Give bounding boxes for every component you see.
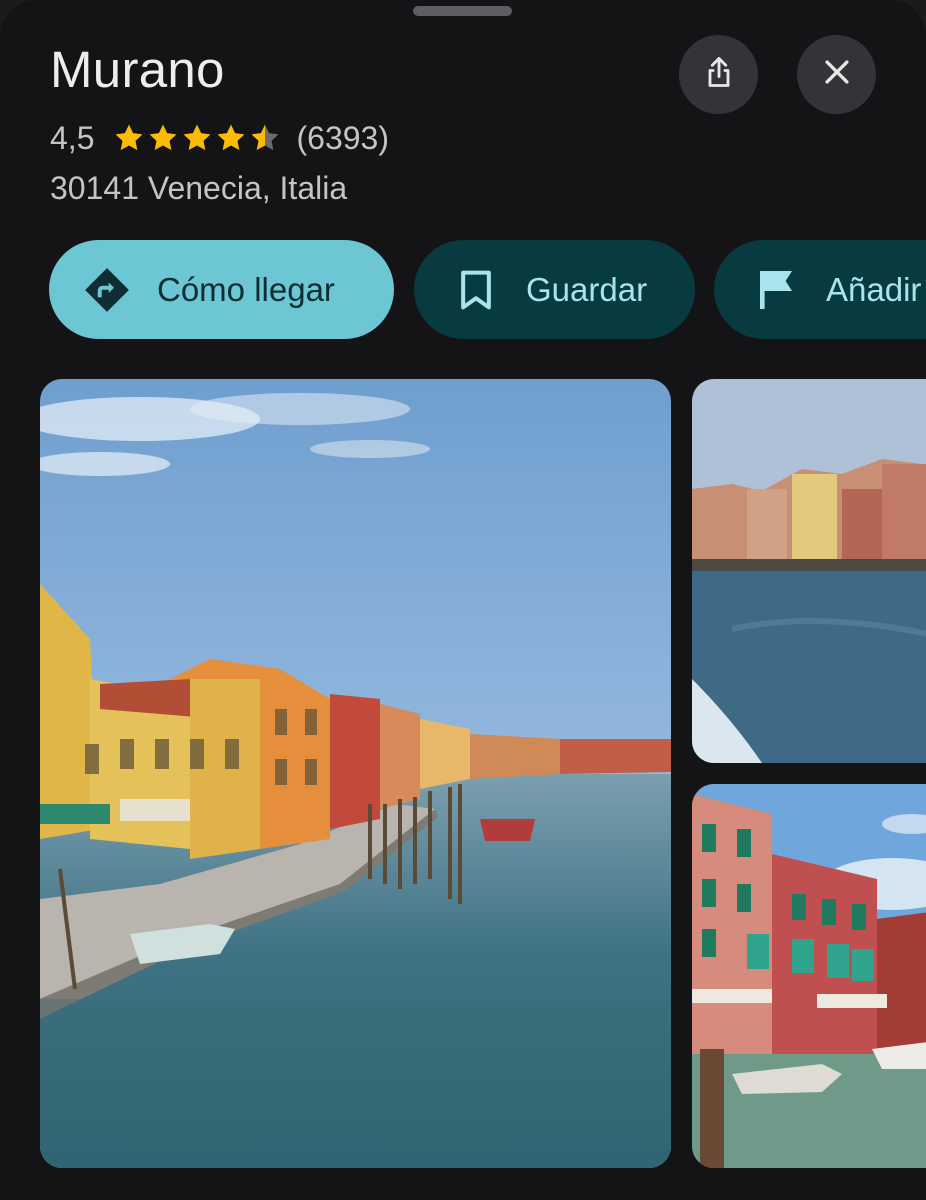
save-button[interactable]: Guardar [414, 240, 695, 339]
half-star-icon [252, 124, 279, 151]
directions-icon [81, 264, 133, 316]
place-title: Murano [50, 41, 225, 98]
photo-colorful-houses[interactable] [692, 784, 926, 1168]
share-button[interactable] [679, 35, 758, 114]
place-address: 30141 Venecia, Italia [50, 170, 348, 206]
star-icon [150, 124, 177, 151]
star-icon [184, 124, 211, 151]
photo-lagoon[interactable] [692, 379, 926, 763]
share-icon [701, 54, 737, 95]
directions-button[interactable]: Cómo llegar [49, 240, 394, 339]
flag-icon [750, 264, 802, 316]
save-label: Guardar [526, 270, 648, 308]
star-rating [112, 121, 282, 155]
directions-label: Cómo llegar [157, 270, 335, 308]
rating-value: 4,5 [50, 119, 95, 156]
star-icon [218, 124, 245, 151]
star-icon [116, 124, 143, 151]
rating-row[interactable]: 4,5 (6393) [50, 116, 389, 160]
drag-handle[interactable] [413, 6, 512, 16]
review-count: (6393) [296, 119, 389, 156]
bookmark-icon [450, 264, 502, 316]
close-button[interactable] [797, 35, 876, 114]
photo-murano-canal[interactable] [40, 379, 671, 1168]
close-icon [820, 55, 854, 94]
add-label: Añadir [826, 270, 922, 308]
add-button[interactable]: Añadir [714, 240, 926, 339]
place-sheet: Murano 4,5 (6393) 30141 Venecia, Italia … [0, 0, 926, 1200]
